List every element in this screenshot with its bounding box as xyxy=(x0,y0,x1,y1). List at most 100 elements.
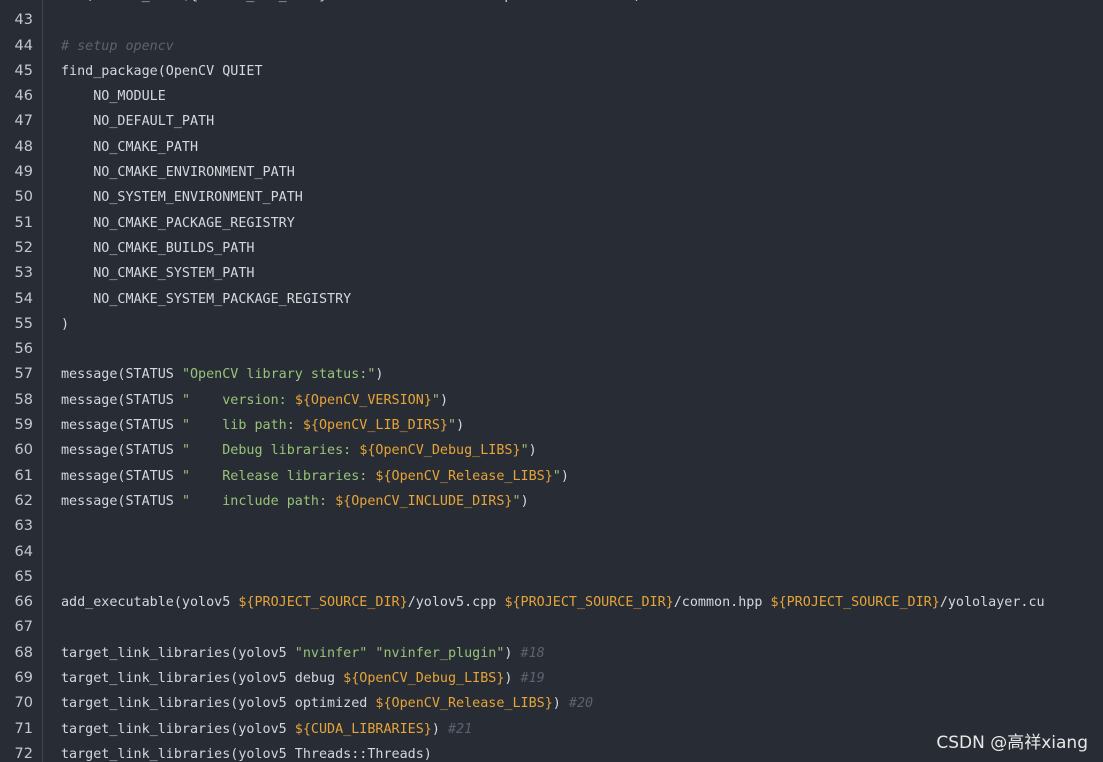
code-token-default: set(OPENCV_DIR ${OPENCV_DIR_PATH} CACHE … xyxy=(61,0,641,3)
code-token-default: ) xyxy=(375,367,384,383)
line-number: 57 xyxy=(0,362,43,388)
line-number: 72 xyxy=(0,741,43,762)
code-token-var: ${PROJECT_SOURCE_DIR} xyxy=(238,595,408,611)
watermark: CSDN @高祥xiang xyxy=(936,733,1088,753)
code-token-default: target_link_libraries(yolov5 optimized xyxy=(61,696,376,712)
code-line[interactable]: 60 message(STATUS " Debug libraries: ${Op… xyxy=(0,438,1103,464)
line-code: add_executable(yolov5 ${PROJECT_SOURCE_D… xyxy=(43,590,1103,615)
code-token-string: " version: xyxy=(181,392,295,408)
line-code: target_link_libraries(yolov5 "nvinfer" "… xyxy=(43,641,1103,666)
code-line[interactable]: 56 xyxy=(0,337,1103,363)
code-token-comment: # setup opencv xyxy=(61,38,174,54)
code-line[interactable]: 45 find_package(OpenCV QUIET xyxy=(0,58,1103,85)
code-token-var: ${OpenCV_Debug_LIBS} xyxy=(359,443,521,459)
code-token-comment: #19 xyxy=(520,671,545,687)
code-token-string: " Debug libraries: xyxy=(181,443,360,459)
code-line[interactable]: 48 NO_CMAKE_PATH xyxy=(0,134,1103,161)
line-code: target_link_libraries(yolov5 debug ${Ope… xyxy=(43,666,1103,691)
line-number: 60 xyxy=(0,438,43,464)
line-number: 64 xyxy=(0,539,43,565)
line-number: 54 xyxy=(0,286,43,312)
code-token-var: ${OpenCV_VERSION} xyxy=(294,392,432,408)
line-number: 51 xyxy=(0,210,43,236)
code-line[interactable]: 52 NO_CMAKE_BUILDS_PATH xyxy=(0,235,1103,262)
line-code: message(STATUS "OpenCV library status:") xyxy=(43,362,1103,387)
code-line[interactable]: 51 NO_CMAKE_PACKAGE_REGISTRY xyxy=(0,210,1103,236)
code-line[interactable]: 49 NO_CMAKE_ENVIRONMENT_PATH xyxy=(0,160,1103,186)
code-token-default: /yololayer.cu xyxy=(939,595,1045,611)
code-line[interactable]: 65 xyxy=(0,564,1103,591)
code-line[interactable]: 66 add_executable(yolov5 ${PROJECT_SOURCE… xyxy=(0,590,1103,616)
code-token-var: ${OpenCV_Debug_LIBS} xyxy=(343,671,505,687)
code-token-default: ) xyxy=(504,671,521,687)
line-number: 47 xyxy=(0,109,43,135)
code-token-string: "nvinfer_plugin" xyxy=(375,645,505,661)
code-line[interactable]: 43 xyxy=(0,8,1103,34)
line-number: 46 xyxy=(0,84,43,110)
code-token-default: message(STATUS xyxy=(61,468,182,484)
code-line[interactable]: 62 message(STATUS " include path: ${OpenC… xyxy=(0,488,1103,515)
line-number: 62 xyxy=(0,488,43,515)
code-line[interactable]: 53 NO_CMAKE_SYSTEM_PATH xyxy=(0,261,1103,287)
code-line[interactable]: 54 NO_CMAKE_SYSTEM_PACKAGE_REGISTRY xyxy=(0,286,1103,312)
line-code: NO_CMAKE_ENVIRONMENT_PATH xyxy=(43,160,1103,185)
code-token-string: "OpenCV library status:" xyxy=(181,367,376,383)
code-token-default: message(STATUS xyxy=(61,443,182,459)
code-line[interactable]: 61 message(STATUS " Release libraries: ${… xyxy=(0,463,1103,489)
code-token-var: ${PROJECT_SOURCE_DIR} xyxy=(770,595,940,611)
code-line[interactable]: 69 target_link_libraries(yolov5 debug ${O… xyxy=(0,666,1103,692)
code-line[interactable]: 42 set(OPENCV_DIR ${OPENCV_DIR_PATH} CACH… xyxy=(0,0,1103,9)
code-token-comment: #21 xyxy=(447,721,473,737)
code-token-default: ) xyxy=(439,392,448,408)
line-code: NO_SYSTEM_ENVIRONMENT_PATH xyxy=(43,185,1103,210)
code-line[interactable]: 59 message(STATUS " lib path: ${OpenCV_LI… xyxy=(0,413,1103,439)
line-code: NO_CMAKE_PACKAGE_REGISTRY xyxy=(43,211,1103,236)
line-number: 63 xyxy=(0,514,43,540)
code-token-string: " xyxy=(431,392,440,408)
line-code: # setup opencv xyxy=(43,34,1103,59)
code-line[interactable]: 64 xyxy=(0,539,1103,565)
line-number: 67 xyxy=(0,615,43,641)
code-line[interactable]: 55) xyxy=(0,311,1103,338)
line-code: NO_DEFAULT_PATH xyxy=(43,109,1103,134)
line-code: set(OPENCV_DIR ${OPENCV_DIR_PATH} CACHE … xyxy=(43,0,1103,8)
code-editor[interactable]: 42 set(OPENCV_DIR ${OPENCV_DIR_PATH} CACH… xyxy=(0,0,1103,762)
line-number: 66 xyxy=(0,590,43,616)
code-token-default: target_link_libraries(yolov5 Threads::Th… xyxy=(61,746,432,762)
line-number: 70 xyxy=(0,691,43,717)
code-token-comment: #18 xyxy=(520,645,545,661)
code-token-default: /common.hpp xyxy=(673,595,771,611)
line-code: message(STATUS " include path: ${OpenCV_… xyxy=(43,489,1103,514)
code-line[interactable]: 68 target_link_libraries(yolov5 "nvinfer"… xyxy=(0,640,1103,667)
code-token-var: ${CUDA_LIBRARIES} xyxy=(294,721,432,737)
code-line[interactable]: 44 # setup opencv xyxy=(0,33,1103,59)
code-line[interactable]: 46 NO_MODULE xyxy=(0,84,1103,110)
code-token-string: " xyxy=(520,443,529,459)
code-line[interactable]: 67 xyxy=(0,615,1103,641)
code-token-string: " include path: xyxy=(181,493,336,509)
code-line[interactable]: 50 NO_SYSTEM_ENVIRONMENT_PATH xyxy=(0,185,1103,211)
line-number: 43 xyxy=(0,8,43,34)
line-code: message(STATUS " lib path: ${OpenCV_LIB_… xyxy=(43,413,1103,438)
code-token-string: " lib path: xyxy=(181,418,303,434)
code-line[interactable]: 63 xyxy=(0,514,1103,540)
code-line[interactable]: 57 message(STATUS "OpenCV library status:… xyxy=(0,362,1103,388)
code-token-default: target_link_libraries(yolov5 xyxy=(61,721,295,737)
code-token-var: ${OpenCV_INCLUDE_DIRS} xyxy=(335,493,513,509)
code-token-default: NO_CMAKE_SYSTEM_PACKAGE_REGISTRY xyxy=(61,291,352,307)
code-token-default: NO_MODULE xyxy=(61,89,166,105)
code-token-default: ) xyxy=(528,443,537,459)
code-token-comment: #20 xyxy=(568,696,594,712)
code-line[interactable]: 58 message(STATUS " version: ${OpenCV_VER… xyxy=(0,387,1103,414)
code-token-default: message(STATUS xyxy=(61,367,182,383)
code-token-default: NO_CMAKE_PACKAGE_REGISTRY xyxy=(61,215,295,231)
code-line[interactable]: 47 NO_DEFAULT_PATH xyxy=(0,109,1103,135)
line-number: 68 xyxy=(0,640,43,667)
code-line[interactable]: 70 target_link_libraries(yolov5 optimized… xyxy=(0,691,1103,717)
line-number: 61 xyxy=(0,463,43,489)
code-token-var: ${OpenCV_Release_LIBS} xyxy=(375,696,553,712)
code-token-string: " xyxy=(448,418,457,434)
code-token-string: "nvinfer" xyxy=(294,645,368,661)
code-token-default: message(STATUS xyxy=(61,392,182,408)
code-token-default: message(STATUS xyxy=(61,418,182,434)
